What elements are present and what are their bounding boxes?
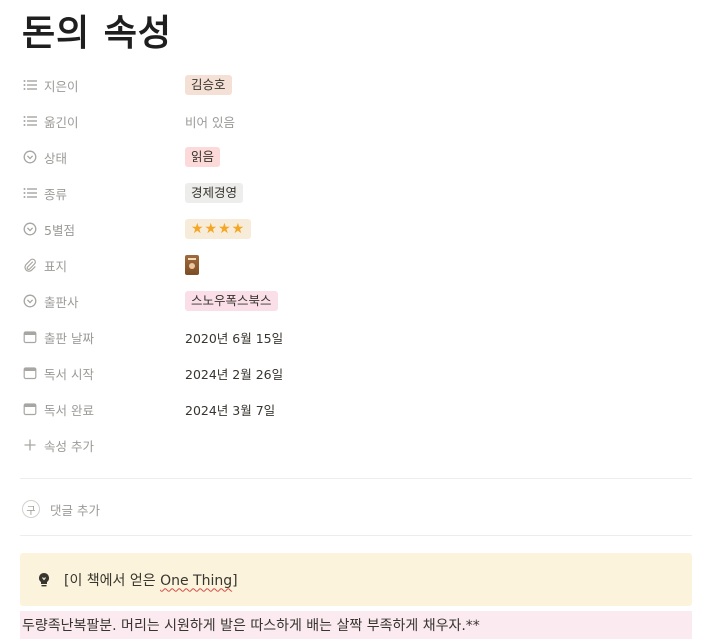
property-publisher: 출판사 스노우폭스북스 [22, 287, 682, 315]
list-icon [22, 77, 38, 93]
plus-icon [22, 437, 38, 453]
divider [20, 535, 692, 536]
page-title[interactable]: 돈의 속성 [22, 4, 172, 56]
select-icon [22, 149, 38, 165]
calendar-icon [22, 401, 38, 417]
property-value-read-end[interactable]: 2024년 3월 7일 [185, 400, 275, 419]
add-property-button[interactable]: 속성 추가 [22, 431, 682, 459]
book-cover-thumbnail[interactable] [185, 255, 199, 275]
property-label: 독서 완료 [44, 402, 94, 418]
add-comment-button[interactable]: 구 댓글 추가 [22, 496, 100, 522]
genre-tag: 경제경영 [185, 183, 244, 203]
select-icon [22, 221, 38, 237]
property-cover: 표지 [22, 251, 682, 279]
calendar-icon [22, 365, 38, 381]
property-label: 속성 추가 [44, 438, 94, 454]
avatar: 구 [22, 500, 40, 518]
property-name-read-end[interactable]: 독서 완료 [22, 400, 185, 419]
property-value-rating[interactable]: ★★★★ [185, 219, 252, 239]
quote-text-block[interactable]: 두량족난복팔분. 머리는 시원하게 발은 따스하게 배는 살짝 부족하게 채우자… [20, 611, 692, 639]
property-name-author[interactable]: 지은이 [22, 76, 185, 95]
property-value-publisher[interactable]: 스노우폭스북스 [185, 291, 278, 311]
callout-text[interactable]: [이 책에서 얻은 One Thing] [64, 570, 238, 590]
author-tag: 김승호 [185, 75, 232, 95]
property-label: 독서 시작 [44, 366, 94, 382]
callout-prefix: [이 책에서 얻은 [64, 572, 161, 589]
divider [20, 478, 692, 479]
lightbulb-icon[interactable] [34, 570, 54, 590]
property-value-author[interactable]: 김승호 [185, 75, 232, 95]
property-label: 옮긴이 [44, 114, 79, 130]
add-property-label: 속성 추가 [22, 436, 185, 455]
quote-text: 두량족난복팔분. 머리는 시원하게 발은 따스하게 배는 살짝 부족하게 채우자… [22, 618, 480, 634]
property-genre: 종류 경제경영 [22, 179, 682, 207]
property-name-status[interactable]: 상태 [22, 148, 185, 167]
property-value-pub-date[interactable]: 2020년 6월 15일 [185, 328, 283, 347]
property-name-read-start[interactable]: 독서 시작 [22, 364, 185, 383]
property-label: 지은이 [44, 78, 79, 94]
add-comment-label: 댓글 추가 [50, 502, 100, 518]
property-name-publisher[interactable]: 출판사 [22, 292, 185, 311]
property-value-status[interactable]: 읽음 [185, 147, 221, 167]
property-pub-date: 출판 날짜 2020년 6월 15일 [22, 323, 682, 351]
property-label: 출판사 [44, 294, 79, 310]
empty-value: 비어 있음 [185, 114, 235, 130]
property-read-end: 독서 완료 2024년 3월 7일 [22, 395, 682, 423]
date-value: 2024년 2월 26일 [185, 366, 284, 382]
property-label: 출판 날짜 [44, 330, 94, 346]
property-value-translator[interactable]: 비어 있음 [185, 112, 235, 131]
property-label: 상태 [44, 150, 68, 166]
property-name-genre[interactable]: 종류 [22, 184, 185, 203]
property-rating: 5별점 ★★★★ [22, 215, 682, 243]
callout-suffix: ] [232, 572, 238, 589]
property-name-rating[interactable]: 5별점 [22, 220, 185, 239]
property-status: 상태 읽음 [22, 143, 682, 171]
calendar-icon [22, 329, 38, 345]
callout-underlined: One Thing [160, 572, 233, 589]
property-value-read-start[interactable]: 2024년 2월 26일 [185, 364, 283, 383]
rating-tag: ★★★★ [185, 219, 252, 239]
property-label: 5별점 [44, 222, 75, 238]
property-label: 종류 [44, 186, 68, 202]
property-label: 표지 [44, 258, 68, 274]
property-value-genre[interactable]: 경제경영 [185, 183, 244, 203]
property-read-start: 독서 시작 2024년 2월 26일 [22, 359, 682, 387]
date-value: 2024년 3월 7일 [185, 402, 276, 418]
status-tag: 읽음 [185, 147, 221, 167]
date-value: 2020년 6월 15일 [185, 330, 284, 346]
property-translator: 옮긴이 비어 있음 [22, 107, 682, 135]
property-value-cover[interactable] [185, 255, 199, 275]
list-icon [22, 113, 38, 129]
property-name-cover[interactable]: 표지 [22, 256, 185, 275]
publisher-tag: 스노우폭스북스 [185, 291, 278, 311]
property-name-pub-date[interactable]: 출판 날짜 [22, 328, 185, 347]
paperclip-icon [22, 257, 38, 273]
property-name-translator[interactable]: 옮긴이 [22, 112, 185, 131]
callout-block[interactable]: [이 책에서 얻은 One Thing] [20, 553, 692, 606]
property-author: 지은이 김승호 [22, 71, 682, 99]
list-icon [22, 185, 38, 201]
select-icon [22, 293, 38, 309]
